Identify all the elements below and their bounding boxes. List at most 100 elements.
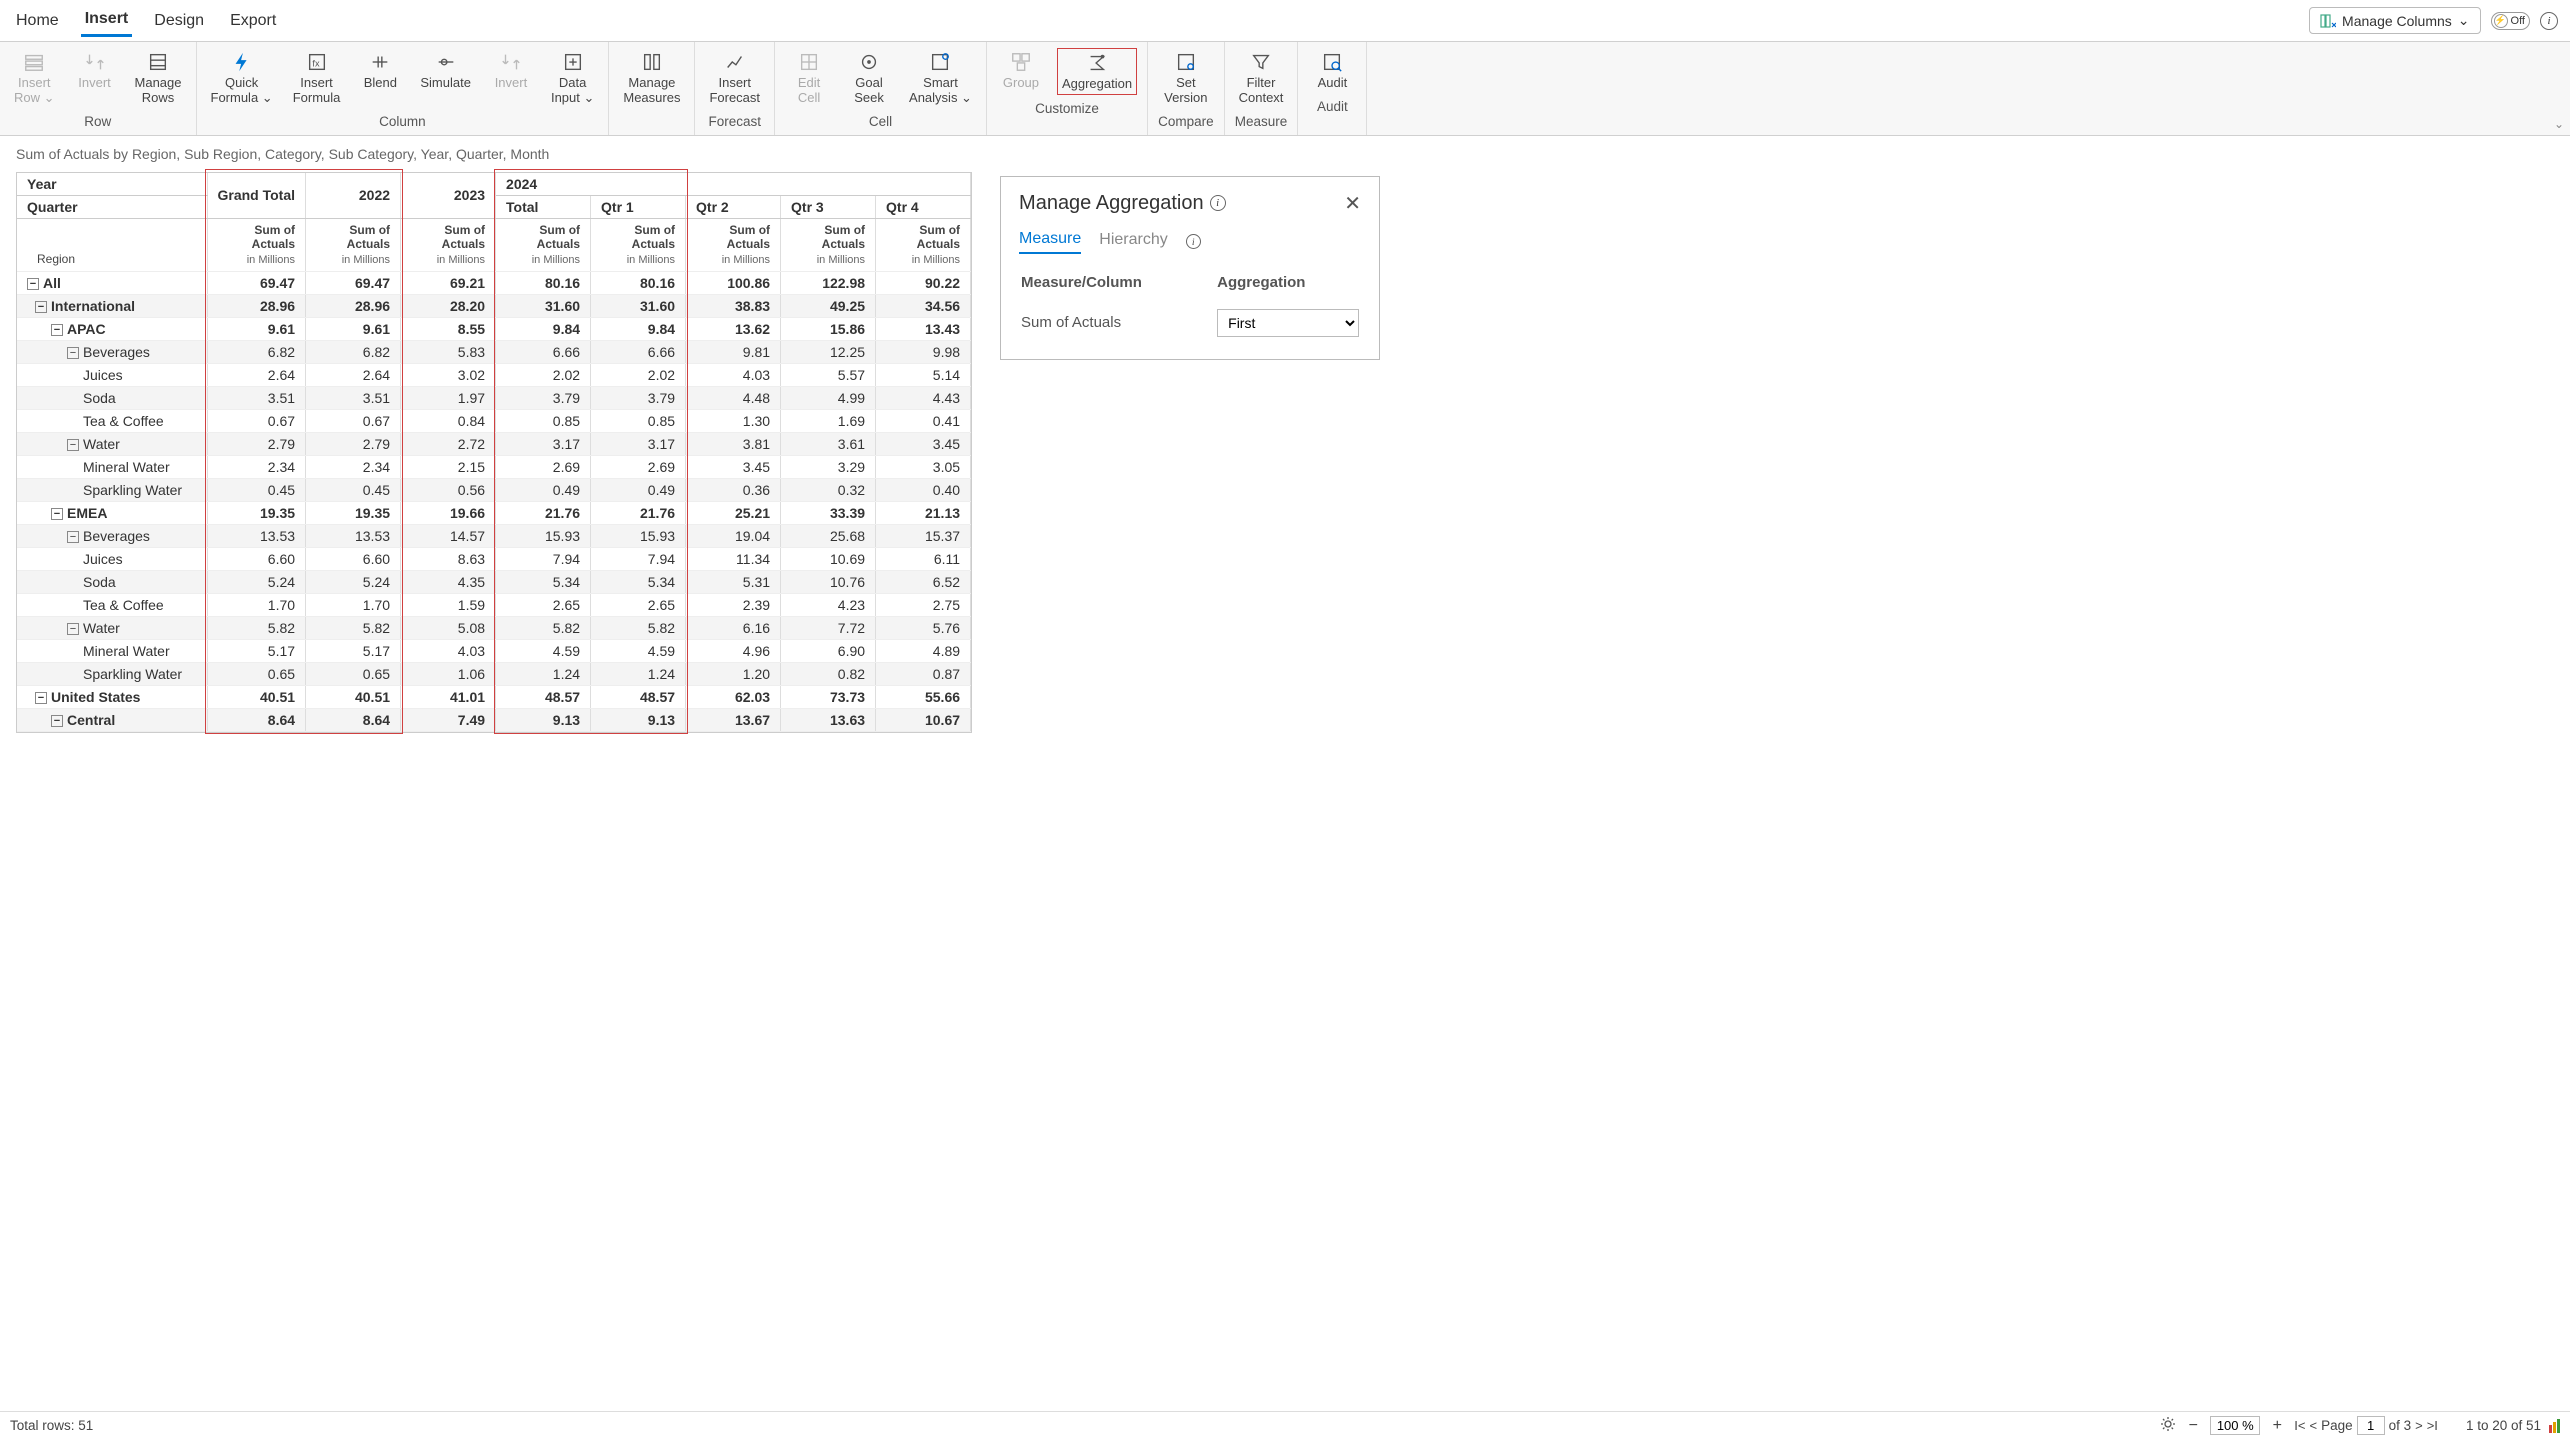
table-row[interactable]: −Beverages13.5313.5314.5715.9315.9319.04… [17,524,971,547]
cell-value[interactable]: 0.65 [207,662,306,685]
cell-value[interactable]: 0.87 [876,662,971,685]
cell-value[interactable]: 4.99 [781,386,876,409]
panel-tab-measure[interactable]: Measure [1019,230,1081,254]
page-last-icon[interactable]: >I [2427,1418,2438,1433]
table-row[interactable]: −Central8.648.647.499.139.1313.6713.6310… [17,708,971,731]
table-row[interactable]: −EMEA19.3519.3519.6621.7621.7625.2133.39… [17,501,971,524]
cell-value[interactable]: 21.13 [876,501,971,524]
page-first-icon[interactable]: I< [2294,1418,2305,1433]
cell-value[interactable]: 2.64 [207,363,306,386]
cell-value[interactable]: 19.04 [686,524,781,547]
cell-value[interactable]: 8.63 [401,547,496,570]
cell-value[interactable]: 55.66 [876,685,971,708]
cell-value[interactable]: 1.70 [207,593,306,616]
cell-value[interactable]: 0.84 [401,409,496,432]
quarter-header[interactable]: Qtr 4 [876,195,971,218]
table-row[interactable]: Tea & Coffee1.701.701.592.652.652.394.23… [17,593,971,616]
cell-value[interactable]: 1.06 [401,662,496,685]
cell-value[interactable]: 5.83 [401,340,496,363]
table-row[interactable]: Mineral Water5.175.174.034.594.594.966.9… [17,639,971,662]
cell-value[interactable]: 2.79 [306,432,401,455]
cell-value[interactable]: 3.45 [686,455,781,478]
table-row[interactable]: −Beverages6.826.825.836.666.669.8112.259… [17,340,971,363]
cell-value[interactable]: 21.76 [496,501,591,524]
cell-value[interactable]: 15.93 [496,524,591,547]
cell-value[interactable]: 21.76 [591,501,686,524]
cell-value[interactable]: 0.56 [401,478,496,501]
cell-value[interactable]: 15.93 [591,524,686,547]
cell-value[interactable]: 6.60 [306,547,401,570]
cell-value[interactable]: 80.16 [591,271,686,294]
cell-value[interactable]: 40.51 [207,685,306,708]
menu-tab-home[interactable]: Home [12,6,63,36]
cell-value[interactable]: 13.53 [306,524,401,547]
cell-value[interactable]: 0.45 [306,478,401,501]
cell-value[interactable]: 3.79 [591,386,686,409]
cell-value[interactable]: 1.24 [496,662,591,685]
cell-value[interactable]: 0.67 [207,409,306,432]
cell-value[interactable]: 7.94 [496,547,591,570]
table-row[interactable]: −APAC9.619.618.559.849.8413.6215.8613.43 [17,317,971,340]
year-header-2024[interactable]: 2024 [496,173,971,196]
gear-icon[interactable] [2160,1416,2176,1435]
manage-rows[interactable]: Manage Rows [131,48,186,108]
cell-value[interactable]: 8.55 [401,317,496,340]
zoom-in-button[interactable]: + [2268,1417,2286,1435]
cell-value[interactable]: 5.76 [876,616,971,639]
cell-value[interactable]: 3.17 [591,432,686,455]
cell-value[interactable]: 5.57 [781,363,876,386]
quarter-header[interactable]: Qtr 2 [686,195,781,218]
cell-value[interactable]: 122.98 [781,271,876,294]
cell-value[interactable]: 7.94 [591,547,686,570]
cell-value[interactable]: 2.34 [306,455,401,478]
cell-value[interactable]: 48.57 [496,685,591,708]
table-row[interactable]: −International28.9628.9628.2031.6031.603… [17,294,971,317]
cell-value[interactable]: 2.69 [591,455,686,478]
quarter-header[interactable]: Qtr 1 [591,195,686,218]
cell-value[interactable]: 7.72 [781,616,876,639]
cell-value[interactable]: 0.49 [496,478,591,501]
cell-value[interactable]: 69.47 [306,271,401,294]
cell-value[interactable]: 4.35 [401,570,496,593]
cell-value[interactable]: 2.69 [496,455,591,478]
cell-value[interactable]: 2.65 [591,593,686,616]
cell-value[interactable]: 90.22 [876,271,971,294]
toggle-switch[interactable]: Off [2491,12,2530,30]
cell-value[interactable]: 19.66 [401,501,496,524]
info-icon[interactable]: i [1210,195,1226,211]
insert-forecast[interactable]: Insert Forecast [705,48,764,108]
cell-value[interactable]: 28.96 [306,294,401,317]
cell-value[interactable]: 73.73 [781,685,876,708]
table-row[interactable]: −Water2.792.792.723.173.173.813.613.45 [17,432,971,455]
collapse-icon[interactable]: − [35,301,47,313]
cell-value[interactable]: 9.13 [591,708,686,731]
cell-value[interactable]: 15.37 [876,524,971,547]
quarter-header[interactable]: Total [496,195,591,218]
info-icon[interactable]: i [2540,12,2558,30]
cell-value[interactable]: 5.82 [306,616,401,639]
cell-value[interactable]: 34.56 [876,294,971,317]
cell-value[interactable]: 3.17 [496,432,591,455]
cell-value[interactable]: 1.69 [781,409,876,432]
cell-value[interactable]: 3.05 [876,455,971,478]
audit-button[interactable]: Audit [1308,48,1356,93]
menu-tab-insert[interactable]: Insert [81,4,133,37]
year-header[interactable]: Grand Total [207,173,306,219]
insert-formula[interactable]: fxInsert Formula [289,48,345,108]
cell-value[interactable]: 9.98 [876,340,971,363]
cell-value[interactable]: 6.60 [207,547,306,570]
cell-value[interactable]: 3.61 [781,432,876,455]
cell-value[interactable]: 9.84 [591,317,686,340]
cell-value[interactable]: 3.81 [686,432,781,455]
cell-value[interactable]: 3.79 [496,386,591,409]
cell-value[interactable]: 48.57 [591,685,686,708]
cell-value[interactable]: 38.83 [686,294,781,317]
cell-value[interactable]: 5.17 [306,639,401,662]
menu-tab-export[interactable]: Export [226,6,280,36]
cell-value[interactable]: 5.24 [306,570,401,593]
collapse-icon[interactable]: − [51,324,63,336]
table-row[interactable]: Sparkling Water0.650.651.061.241.241.200… [17,662,971,685]
cell-value[interactable]: 0.85 [496,409,591,432]
blend-button[interactable]: Blend [356,48,404,108]
year-header[interactable]: 2023 [401,173,496,219]
